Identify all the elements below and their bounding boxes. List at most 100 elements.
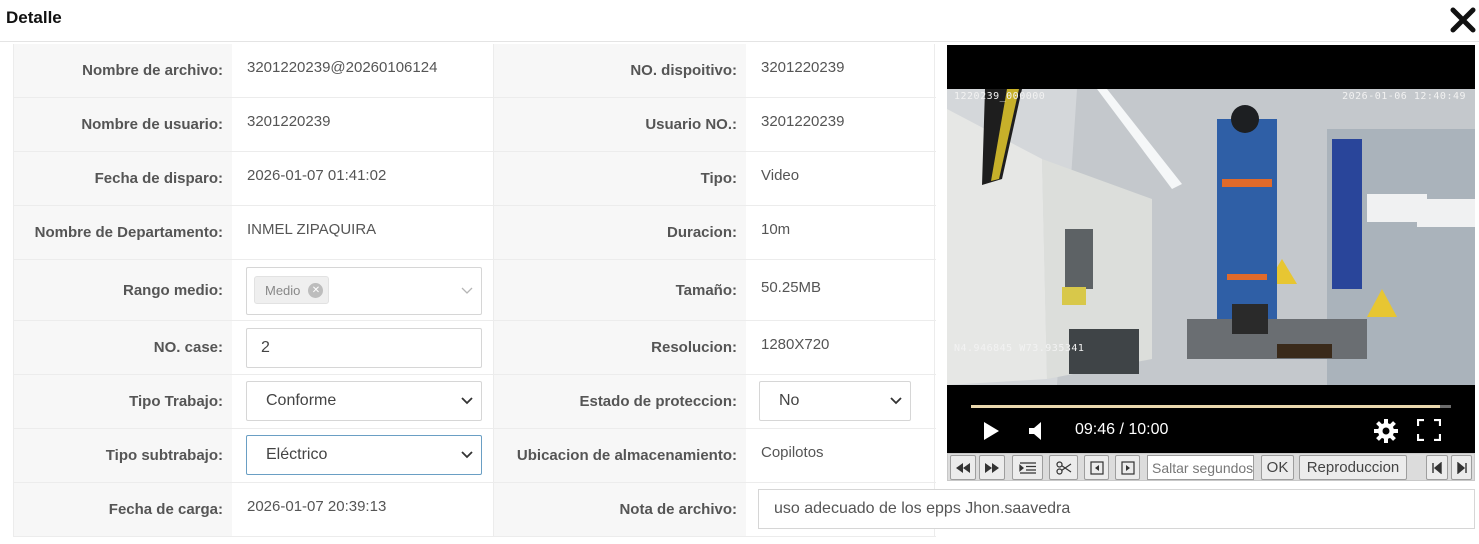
fullscreen-icon <box>1416 418 1442 442</box>
rewind-icon <box>956 462 970 473</box>
dialog-header: Detalle <box>0 0 1479 42</box>
next-frame-button[interactable] <box>1115 455 1140 480</box>
play-icon <box>984 422 999 440</box>
video-id-overlay: 1220239_000000 <box>954 91 1046 102</box>
resolution-value: 1280X720 <box>761 336 830 353</box>
work-type-label: Tipo Trabajo: <box>14 375 232 428</box>
video-frame: 1220239_000000 2026-01-06 12:40:49 N4.94… <box>947 89 1475 385</box>
trigger-date-label: Fecha de disparo: <box>14 152 232 205</box>
form-row: Rango medio: Medio ✕ Tamaño: 50.25MB <box>14 260 936 321</box>
media-range-label: Rango medio: <box>14 260 232 320</box>
list-indent-icon <box>1018 461 1036 474</box>
skip-seconds-input[interactable]: Saltar segundos <box>1147 455 1254 480</box>
type-value: Video <box>761 167 800 184</box>
video-time-display: 09:46 / 10:00 <box>1075 421 1169 438</box>
user-name-label: Nombre de usuario: <box>14 98 232 151</box>
dialog-title: Detalle <box>6 8 62 27</box>
size-label: Tamaño: <box>494 260 746 320</box>
upload-date-label: Fecha de carga: <box>14 483 232 536</box>
gear-icon <box>1374 419 1398 443</box>
subwork-type-cell: Eléctrico <box>232 429 494 482</box>
fast-forward-icon <box>985 462 999 473</box>
file-note-input[interactable]: uso adecuado de los epps Jhon.saavedra <box>758 489 1475 529</box>
subwork-type-label: Tipo subtrabajo: <box>14 429 232 482</box>
play-button[interactable] <box>982 421 1000 446</box>
file-name-label: Nombre de archivo: <box>14 44 232 97</box>
chevron-down-icon <box>890 396 902 405</box>
step-back-icon <box>1089 460 1104 475</box>
case-no-input[interactable]: 2 <box>246 328 482 368</box>
skip-to-end-button[interactable] <box>1451 455 1472 480</box>
prev-frame-button[interactable] <box>1084 455 1109 480</box>
chevron-down-icon <box>461 396 473 405</box>
user-no-label: Usuario NO.: <box>494 98 746 151</box>
settings-button[interactable] <box>1373 418 1399 449</box>
rewind-button[interactable] <box>950 455 976 480</box>
upload-date-value: 2026-01-07 20:39:13 <box>232 483 494 536</box>
case-no-label: NO. case: <box>14 321 232 374</box>
close-icon <box>1450 7 1476 33</box>
protection-state-cell: No <box>746 375 936 428</box>
skip-to-start-button[interactable] <box>1426 455 1448 480</box>
type-label: Tipo: <box>494 152 746 205</box>
playback-button[interactable]: Reproduccion <box>1299 455 1407 480</box>
skip-seconds-placeholder: Saltar segundos <box>1152 460 1254 476</box>
resolution-label: Resolucion: <box>494 321 746 374</box>
size-value: 50.25MB <box>761 278 822 296</box>
fast-forward-button[interactable] <box>979 455 1005 480</box>
duration-value: 10m <box>761 221 791 238</box>
video-gps-overlay: N4.946845 W73.935341 <box>954 343 1085 354</box>
video-timestamp-overlay: 2026-01-06 12:40:49 <box>1342 91 1466 102</box>
subwork-type-select[interactable]: Eléctrico <box>246 435 482 475</box>
media-range-tag-label: Medio <box>265 282 301 298</box>
video-frame-image <box>947 89 1475 385</box>
trigger-date-value: 2026-01-07 01:41:02 <box>232 152 494 205</box>
storage-location-label: Ubicacion de almacenamiento: <box>494 429 746 482</box>
cut-button[interactable] <box>1049 455 1078 480</box>
tag-remove-icon[interactable]: ✕ <box>308 283 324 298</box>
fullscreen-button[interactable] <box>1416 418 1442 446</box>
skip-start-icon <box>1432 461 1442 474</box>
file-note-input-value: uso adecuado de los epps Jhon.saavedra <box>774 500 1071 517</box>
form-row: Nombre de Departamento: INMEL ZIPAQUIRA … <box>14 206 936 260</box>
user-name-value: 3201220239 <box>232 98 494 151</box>
work-type-cell: Conforme <box>232 375 494 428</box>
video-progress-fill <box>971 405 1440 408</box>
media-range-tag: Medio ✕ <box>254 276 330 304</box>
form-row: Nombre de usuario: 3201220239 Usuario NO… <box>14 98 936 152</box>
department-value: INMEL ZIPAQUIRA <box>232 206 494 259</box>
skip-end-icon <box>1456 461 1467 474</box>
form-row: NO. case: 2 Resolucion: 1280X720 <box>14 321 936 375</box>
media-range-cell: Medio ✕ <box>232 260 494 320</box>
player-toolbar: Saltar segundos OK Reproduccion <box>947 453 1475 481</box>
case-no-cell: 2 <box>232 321 494 374</box>
case-no-input-value: 2 <box>261 339 270 356</box>
duration-label: Duracion: <box>494 206 746 259</box>
user-no-value: 3201220239 <box>761 113 845 130</box>
chevron-down-icon <box>461 286 473 295</box>
detail-form: Nombre de archivo: 3201220239@2026010612… <box>13 44 936 537</box>
subwork-type-selected: Eléctrico <box>266 446 328 463</box>
scissors-icon <box>1055 460 1071 475</box>
close-button[interactable] <box>1449 6 1477 34</box>
protection-state-select[interactable]: No <box>759 381 911 421</box>
storage-location-value: Copilotos <box>761 444 824 461</box>
file-note-label: Nota de archivo: <box>494 483 746 536</box>
form-row: Tipo subtrabajo: Eléctrico Ubicacion de … <box>14 429 936 483</box>
work-type-select[interactable]: Conforme <box>246 381 482 421</box>
device-no-value: 3201220239 <box>761 59 845 76</box>
video-progress-bar[interactable] <box>971 405 1451 408</box>
video-player[interactable]: 1220239_000000 2026-01-06 12:40:49 N4.94… <box>947 45 1475 453</box>
volume-button[interactable] <box>1027 421 1045 446</box>
form-row: Tipo Trabajo: Conforme Estado de protecc… <box>14 375 936 429</box>
protection-state-selected: No <box>779 392 800 409</box>
volume-icon <box>1029 422 1041 440</box>
file-name-value: 3201220239@20260106124 <box>232 44 494 97</box>
list-button[interactable] <box>1012 455 1043 480</box>
form-row: Fecha de disparo: 2026-01-07 01:41:02 Ti… <box>14 152 936 206</box>
ok-button[interactable]: OK <box>1261 455 1294 480</box>
department-label: Nombre de Departamento: <box>14 206 232 259</box>
device-no-label: NO. dispoitivo: <box>494 44 746 97</box>
chevron-down-icon <box>461 450 473 459</box>
media-range-select[interactable]: Medio ✕ <box>246 267 482 315</box>
